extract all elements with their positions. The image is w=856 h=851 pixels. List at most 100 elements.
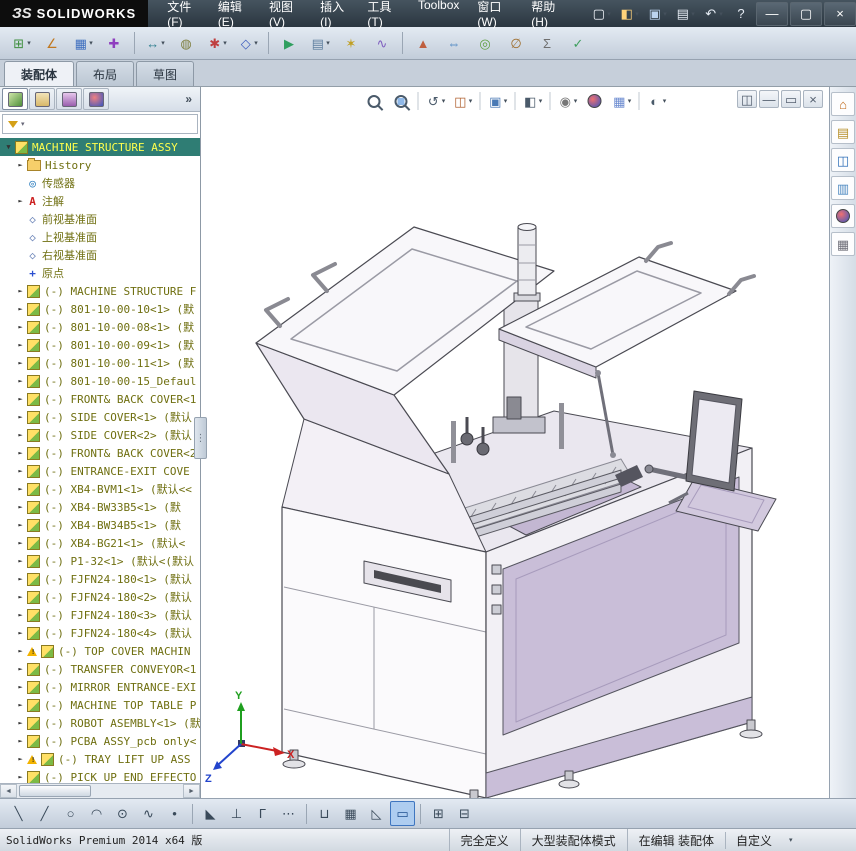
doc-minimize-button[interactable]: — — [759, 90, 779, 108]
scroll-track[interactable] — [17, 784, 183, 798]
tab-layout[interactable]: 布局 — [76, 61, 135, 86]
tree-item[interactable]: ◇ 右视基准面 — [0, 246, 200, 264]
tree-item[interactable]: ▼ MACHINE STRUCTURE ASSY — [0, 138, 200, 156]
point-button[interactable]: • — [162, 801, 187, 826]
corner-rectangle-button[interactable]: ▭ — [390, 801, 415, 826]
tree-item[interactable]: ► (-) TRANSFER CONVEYOR<1 — [0, 660, 200, 678]
tree-item[interactable]: ► (-) 801-10-00-10<1> (默 — [0, 300, 200, 318]
expand-caret-icon[interactable]: ▼ — [4, 143, 13, 151]
polygon-button[interactable]: ◺ — [364, 801, 389, 826]
propertymanager-tab[interactable] — [29, 88, 55, 110]
filter-input[interactable] — [25, 115, 197, 133]
tree-item[interactable]: ► (-) TRAY LIFT UP ASS — [0, 750, 200, 768]
interference-detection-button[interactable]: ▲ — [408, 29, 438, 57]
tree-item[interactable]: + 原点 — [0, 264, 200, 282]
tree-item[interactable]: ► History — [0, 156, 200, 174]
expand-caret-icon[interactable]: ► — [16, 287, 25, 295]
grid-snap-button[interactable]: ▦ — [338, 801, 363, 826]
expand-caret-icon[interactable]: ► — [16, 197, 25, 205]
hole-alignment-button[interactable]: ◎ — [470, 29, 500, 57]
tree-item[interactable]: ► (-) P1-32<1> (默认<(默认 — [0, 552, 200, 570]
tree-item[interactable]: ► (-) XB4-BVM1<1> (默认<< — [0, 480, 200, 498]
expand-caret-icon[interactable]: ► — [16, 161, 25, 169]
display-style-button[interactable]: ◧ ▾ — [520, 89, 546, 113]
custom-status-button[interactable]: 自定义 ▾ — [725, 831, 856, 849]
expand-caret-icon[interactable]: ► — [16, 773, 25, 781]
minimize-window-button[interactable]: — — [756, 1, 788, 26]
bill-of-materials-button[interactable]: ▤ ▾ — [305, 29, 335, 57]
exploded-view-button[interactable]: ✶ — [336, 29, 366, 57]
tree-item[interactable]: ◇ 前视基准面 — [0, 210, 200, 228]
hide-show-items-button[interactable]: ◉ ▾ — [555, 89, 581, 113]
expand-caret-icon[interactable]: ► — [16, 413, 25, 421]
scroll-thumb[interactable] — [19, 785, 91, 797]
expand-panel-button[interactable]: » — [179, 92, 198, 106]
centerline-button[interactable]: ╱ — [32, 801, 57, 826]
help-button[interactable]: ? — [728, 3, 754, 25]
expand-caret-icon[interactable]: ► — [16, 503, 25, 511]
expand-caret-icon[interactable]: ► — [16, 485, 25, 493]
doc-split-button[interactable]: ◫ — [737, 90, 757, 108]
tree-item[interactable]: ► (-) FJFN24-180<4> (默认 — [0, 624, 200, 642]
new-document-button[interactable]: ▢ ▾ — [588, 3, 614, 25]
tree-item[interactable]: ► (-) FJFN24-180<2> (默认 — [0, 588, 200, 606]
tree-item[interactable]: ► (-) XB4-BW33B5<1> (默 — [0, 498, 200, 516]
tree-item[interactable]: ► (-) 801-10-00-09<1> (默 — [0, 336, 200, 354]
expand-caret-icon[interactable]: ► — [16, 449, 25, 457]
tree-item[interactable]: ► (-) MACHINE STRUCTURE F — [0, 282, 200, 300]
scroll-right-button[interactable]: ► — [183, 784, 200, 798]
tree-item[interactable]: ► (-) 801-10-00-11<1> (默 — [0, 354, 200, 372]
zoom-to-area-button[interactable] — [388, 89, 414, 113]
add-relation-button[interactable]: ⊞ — [426, 801, 451, 826]
assembly-features-button[interactable]: ✱ ▾ — [202, 29, 232, 57]
displaymanager-tab[interactable] — [83, 88, 109, 110]
move-component-button[interactable]: ↔ ▾ — [140, 29, 170, 57]
doc-restore-button[interactable]: ▭ — [781, 90, 801, 108]
expand-caret-icon[interactable]: ► — [16, 647, 25, 655]
view-orientation-button[interactable]: ▣ ▾ — [485, 89, 511, 113]
construction-geometry-button[interactable]: ⋯ — [276, 801, 301, 826]
tree-item[interactable]: ► (-) MIRROR ENTRANCE-EXI — [0, 678, 200, 696]
line-button[interactable]: ╲ — [6, 801, 31, 826]
expand-caret-icon[interactable]: ► — [16, 593, 25, 601]
expand-caret-icon[interactable]: ► — [16, 755, 25, 763]
expand-caret-icon[interactable]: ► — [16, 431, 25, 439]
tree-item[interactable]: ► (-) FRONT& BACK COVER<2 — [0, 444, 200, 462]
doc-close-button[interactable]: × — [803, 90, 823, 108]
section-view-button[interactable]: ◫ ▾ — [450, 89, 476, 113]
open-document-button[interactable]: ◧ ▾ — [616, 3, 642, 25]
tree-item[interactable]: ► (-) FJFN24-180<1> (默认 — [0, 570, 200, 588]
tab-sketch[interactable]: 草图 — [136, 61, 195, 86]
insert-components-button[interactable]: ⊞ ▾ — [6, 29, 36, 57]
custom-properties-button[interactable]: ▦ — [831, 232, 855, 256]
expand-caret-icon[interactable]: ► — [16, 719, 25, 727]
previous-view-button[interactable]: ↺ ▾ — [423, 89, 449, 113]
ellipse-button[interactable]: ⊙ — [110, 801, 135, 826]
edit-appearance-button[interactable] — [582, 89, 608, 113]
expand-caret-icon[interactable]: ► — [16, 341, 25, 349]
tree-item[interactable]: ► (-) MACHINE TOP TABLE P — [0, 696, 200, 714]
tree-item[interactable]: ► (-) PICK UP END EFFECTO — [0, 768, 200, 783]
tree-item[interactable]: ► (-) XB4-BW34B5<1> (默 — [0, 516, 200, 534]
mirror-entities-button[interactable]: ◣ — [198, 801, 223, 826]
file-explorer-button[interactable]: ◫ — [831, 148, 855, 172]
tab-assembly[interactable]: 装配体 — [4, 61, 75, 86]
tangent-arc-button[interactable]: ◠ — [84, 801, 109, 826]
expand-caret-icon[interactable]: ► — [16, 521, 25, 529]
configurationmanager-tab[interactable] — [56, 88, 82, 110]
expand-caret-icon[interactable]: ► — [16, 557, 25, 565]
scroll-left-button[interactable]: ◄ — [0, 784, 17, 798]
expand-caret-icon[interactable]: ► — [16, 305, 25, 313]
tree-item[interactable]: ► (-) SIDE COVER<2> (默认 — [0, 426, 200, 444]
appearances-scenes-button[interactable] — [831, 204, 855, 228]
tree-item[interactable]: ► (-) 801-10-00-08<1> (默 — [0, 318, 200, 336]
design-library-button[interactable]: ▤ — [831, 120, 855, 144]
tree-item[interactable]: ► (-) PCBA ASSY_pcb only< — [0, 732, 200, 750]
sketch-fillet-button[interactable]: Γ — [250, 801, 275, 826]
print-document-button[interactable]: ▤ ▾ — [672, 3, 698, 25]
expand-caret-icon[interactable]: ► — [16, 611, 25, 619]
convert-entities-button[interactable]: ⊥ — [224, 801, 249, 826]
show-hidden-components-button[interactable]: ◍ — [171, 29, 201, 57]
expand-caret-icon[interactable]: ► — [16, 575, 25, 583]
mate-button[interactable]: ∠ — [37, 29, 67, 57]
